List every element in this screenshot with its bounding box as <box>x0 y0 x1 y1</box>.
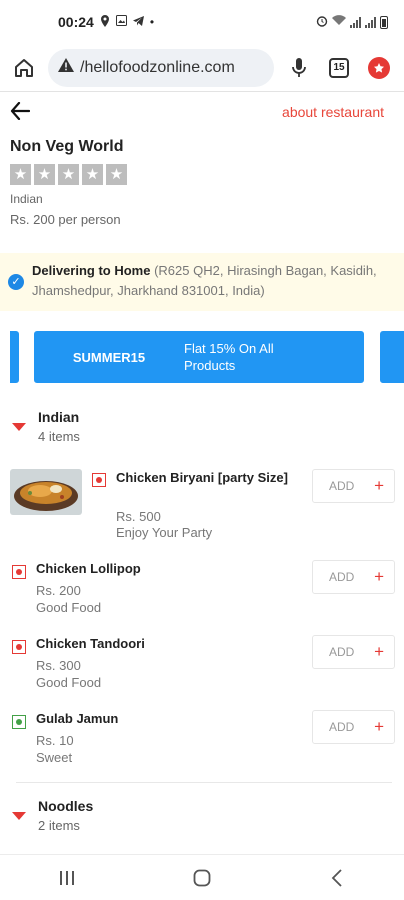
item-description: Enjoy Your Party <box>116 525 213 540</box>
promo-description: Flat 15% On All Products <box>184 341 274 373</box>
menu-item: Chicken Biryani [party Size] Rs. 500 Enj… <box>0 469 404 549</box>
category-count: 4 items <box>38 429 80 444</box>
home-icon[interactable] <box>10 54 38 82</box>
status-time: 00:24 <box>58 14 94 30</box>
signal-2-icon <box>365 16 376 28</box>
menu-item: Gulab Jamun Rs. 10 Sweet ADD + <box>0 710 404 770</box>
menu-item: Chicken Tandoori Rs. 300 Good Food ADD + <box>0 635 404 695</box>
category-title: Indian <box>38 409 80 425</box>
plus-icon: + <box>374 717 384 736</box>
promo-card[interactable]: SUMMER15 Flat 15% On All Products <box>34 331 364 383</box>
item-name: Chicken Biryani [party Size] <box>116 470 288 485</box>
add-label: ADD <box>329 570 355 584</box>
plus-icon: + <box>374 476 384 495</box>
check-circle-icon: ✓ <box>8 274 24 290</box>
category-header[interactable]: Noodles 2 items <box>0 794 404 844</box>
veg-icon <box>12 715 26 729</box>
menu-item: Chicken Lollipop Rs. 200 Good Food ADD + <box>0 560 404 620</box>
microphone-icon[interactable] <box>284 53 314 83</box>
non-veg-icon <box>92 473 106 487</box>
plus-icon: + <box>374 567 384 586</box>
non-veg-icon <box>12 640 26 654</box>
dot-icon: • <box>149 15 155 29</box>
delivery-banner[interactable]: ✓ Delivering to Home (R625 QH2, Hirasing… <box>0 253 404 311</box>
add-button[interactable]: ADD + <box>312 560 395 594</box>
promo-prev-card[interactable] <box>10 331 19 383</box>
restaurant-cuisine: Indian <box>10 192 43 206</box>
tab-switcher-button[interactable]: 15 <box>324 53 354 83</box>
back-icon[interactable] <box>317 863 357 893</box>
telegram-icon <box>132 15 144 29</box>
plus-icon: + <box>374 642 384 661</box>
item-name: Chicken Lollipop <box>36 561 141 576</box>
location-icon <box>100 14 110 30</box>
item-description: Good Food <box>36 675 102 690</box>
add-label: ADD <box>329 645 355 659</box>
star-icon: ★ <box>10 164 31 185</box>
category-title: Noodles <box>38 798 94 814</box>
category-count: 2 items <box>38 818 80 833</box>
signal-icon <box>350 16 361 28</box>
promo-code: SUMMER15 <box>72 349 146 365</box>
non-veg-icon <box>12 565 26 579</box>
battery-icon <box>380 15 388 29</box>
item-price: Rs. 500 <box>116 509 161 524</box>
warning-icon[interactable] <box>58 58 74 77</box>
add-button[interactable]: ADD + <box>312 635 395 669</box>
image-icon <box>115 15 127 29</box>
promo-next-card[interactable] <box>380 331 404 383</box>
add-label: ADD <box>329 720 355 734</box>
browser-menu-button[interactable] <box>364 53 394 83</box>
item-price: Rs. 10 <box>36 733 74 748</box>
wifi-icon <box>332 15 346 29</box>
restaurant-header: about restaurant Non Veg World ★ ★ ★ ★ ★… <box>0 92 404 238</box>
rating-stars: ★ ★ ★ ★ ★ <box>10 164 127 185</box>
browser-toolbar: /hellofoodzonline.com 15 <box>0 44 404 92</box>
back-arrow-icon[interactable] <box>10 101 32 122</box>
star-icon: ★ <box>106 164 127 185</box>
add-label: ADD <box>329 479 355 493</box>
item-price: Rs. 300 <box>36 658 81 673</box>
item-description: Good Food <box>36 600 102 615</box>
food-image <box>10 469 82 515</box>
alarm-icon <box>316 15 328 30</box>
menu-icon <box>368 56 390 79</box>
status-bar: 00:24 • <box>0 0 404 44</box>
tab-count: 15 <box>329 57 349 78</box>
add-button[interactable]: ADD + <box>312 469 395 503</box>
restaurant-name: Non Veg World <box>10 138 124 155</box>
add-button[interactable]: ADD + <box>312 710 395 744</box>
star-icon: ★ <box>34 164 55 185</box>
url-text[interactable]: /hellofoodzonline.com <box>80 59 235 77</box>
address-bar[interactable]: /hellofoodzonline.com <box>48 48 274 87</box>
caret-down-icon <box>12 423 26 431</box>
status-left-icons: • <box>100 14 155 30</box>
recent-apps-icon[interactable] <box>47 863 87 893</box>
status-right-icons <box>316 15 388 30</box>
delivery-title: Delivering to Home <box>32 263 151 278</box>
caret-down-icon <box>12 812 26 820</box>
system-nav-bar <box>0 854 404 900</box>
restaurant-price: Rs. 200 per person <box>10 212 121 227</box>
item-name: Chicken Tandoori <box>36 636 145 651</box>
item-description: Sweet <box>36 750 73 765</box>
star-icon: ★ <box>58 164 79 185</box>
star-icon: ★ <box>82 164 103 185</box>
item-price: Rs. 200 <box>36 583 81 598</box>
category-header[interactable]: Indian 4 items <box>0 405 404 455</box>
home-button-icon[interactable] <box>182 863 222 893</box>
about-restaurant-link[interactable]: about restaurant <box>282 104 384 120</box>
item-name: Gulab Jamun <box>36 711 119 726</box>
divider <box>16 782 392 783</box>
